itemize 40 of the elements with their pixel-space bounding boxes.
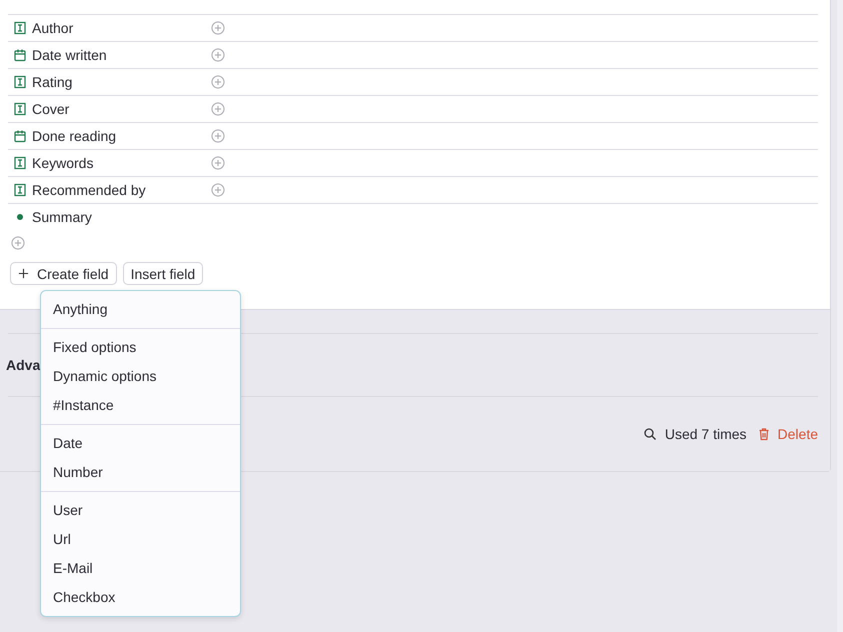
calendar-icon <box>13 129 27 143</box>
menu-item[interactable]: Dynamic options <box>41 362 240 391</box>
add-icon[interactable] <box>11 236 25 250</box>
plus-icon <box>18 268 29 279</box>
field-label[interactable]: Author <box>32 20 211 36</box>
section-heading: Adva <box>6 357 40 373</box>
trash-icon <box>756 427 771 441</box>
text-field-icon <box>13 183 27 197</box>
menu-item[interactable]: Fixed options <box>41 333 240 362</box>
text-field-icon <box>13 21 27 35</box>
field-label[interactable]: Date written <box>32 47 211 63</box>
text-field-icon <box>13 156 27 170</box>
add-icon[interactable] <box>211 102 225 116</box>
field-label[interactable]: Keywords <box>32 155 211 171</box>
add-icon[interactable] <box>211 183 225 197</box>
menu-item[interactable]: User <box>41 496 240 525</box>
menu-item[interactable]: Date <box>41 429 240 458</box>
field-label[interactable]: Done reading <box>32 128 211 144</box>
add-icon[interactable] <box>211 156 225 170</box>
menu-item[interactable]: #Instance <box>41 391 240 420</box>
add-icon[interactable] <box>211 48 225 62</box>
field-label[interactable]: Cover <box>32 101 211 117</box>
calendar-icon <box>13 48 27 62</box>
menu-item[interactable]: Number <box>41 458 240 487</box>
add-icon[interactable] <box>211 129 225 143</box>
field-label[interactable]: Rating <box>32 74 211 90</box>
menu-item[interactable]: Anything <box>41 295 240 324</box>
menu-item[interactable]: Url <box>41 525 240 554</box>
search-icon <box>642 427 657 441</box>
field-label[interactable]: Summary <box>32 209 211 225</box>
insert-field-button[interactable]: Insert field <box>122 262 204 285</box>
field-label[interactable]: Recommended by <box>32 182 211 198</box>
text-field-icon <box>13 102 27 116</box>
menu-item[interactable]: E-Mail <box>41 554 240 583</box>
usage-count: Used 7 times <box>664 426 747 442</box>
add-icon[interactable] <box>211 75 225 89</box>
text-field-icon <box>13 75 27 89</box>
create-field-button[interactable]: Create field <box>10 262 117 285</box>
add-icon[interactable] <box>211 21 225 35</box>
menu-item[interactable]: Checkbox <box>41 583 240 612</box>
